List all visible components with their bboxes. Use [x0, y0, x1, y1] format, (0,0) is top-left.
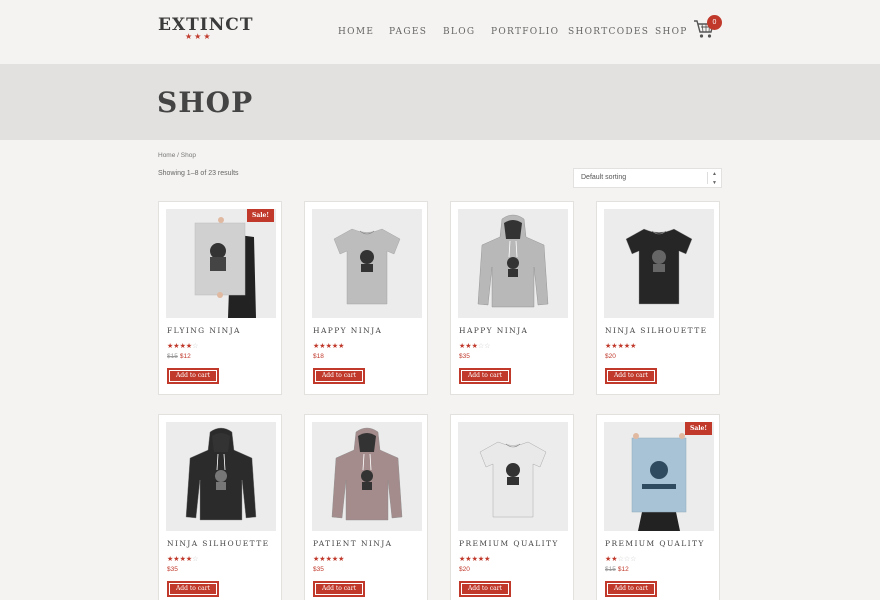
product-image[interactable]	[604, 209, 714, 318]
product-image[interactable]	[604, 422, 714, 531]
page-title: SHOP	[157, 86, 254, 119]
add-to-cart-button[interactable]: Add to cart	[605, 368, 657, 384]
star-rating: ★★★★☆	[167, 342, 198, 350]
nav-item-shop[interactable]: Shop	[655, 27, 688, 37]
add-to-cart-button[interactable]: Add to cart	[167, 581, 219, 597]
result-count: Showing 1–8 of 23 results	[158, 170, 239, 177]
title-band: SHOP	[0, 64, 880, 140]
star-rating: ★★★★☆	[167, 555, 198, 563]
current-price: $20	[605, 353, 616, 360]
product-name[interactable]: Happy Ninja	[313, 326, 382, 335]
nav-item-pages[interactable]: Pages	[389, 27, 427, 37]
product-name[interactable]: Ninja Silhouette	[167, 539, 269, 548]
star-empty-icon: ☆	[484, 342, 491, 350]
sorting-select[interactable]: Default sorting ▲ ▼	[573, 168, 722, 188]
breadcrumb: Home / Shop	[158, 152, 196, 159]
site-header: EXTINCT ★★★ Home Pages Blog Portfolio Sh…	[0, 0, 880, 64]
add-to-cart-button[interactable]: Add to cart	[167, 368, 219, 384]
product-image[interactable]	[166, 422, 276, 531]
product-card[interactable]: Sale! Flying Ninja ★★★★☆ $15 $12 Add to cart	[158, 201, 282, 395]
add-to-cart-button[interactable]: Add to cart	[459, 581, 511, 597]
product-price: $20	[605, 353, 616, 360]
star-filled-icon: ★	[338, 342, 345, 350]
star-filled-icon: ★	[338, 555, 345, 563]
product-price: $18	[313, 353, 324, 360]
current-price: $12	[179, 353, 191, 360]
product-image[interactable]	[458, 209, 568, 318]
old-price: $15	[167, 353, 178, 360]
sorting-selected: Default sorting	[581, 174, 627, 181]
sale-badge: Sale!	[685, 422, 712, 435]
product-image[interactable]	[458, 422, 568, 531]
star-rating: ★★★☆☆	[459, 342, 490, 350]
star-rating: ★★★★★	[605, 342, 636, 350]
nav-item-blog[interactable]: Blog	[443, 27, 475, 37]
sale-badge: Sale!	[247, 209, 274, 222]
star-rating: ★★★★★	[313, 342, 344, 350]
add-to-cart-button[interactable]: Add to cart	[459, 368, 511, 384]
product-card[interactable]: Happy Ninja ★★★☆☆ $35 Add to cart	[450, 201, 574, 395]
product-image[interactable]	[312, 422, 422, 531]
logo-stars-icon: ★★★	[185, 32, 213, 41]
product-card[interactable]: Ninja Silhouette ★★★★★ $20 Add to cart	[596, 201, 720, 395]
add-to-cart-button[interactable]: Add to cart	[313, 368, 365, 384]
product-card[interactable]: Happy Ninja ★★★★★ $18 Add to cart	[304, 201, 428, 395]
product-name[interactable]: Ninja Silhouette	[605, 326, 707, 335]
nav-item-portfolio[interactable]: Portfolio	[491, 27, 559, 37]
nav-item-shortcodes[interactable]: Shortcodes	[568, 27, 649, 37]
product-name[interactable]: Patient Ninja	[313, 539, 392, 548]
add-to-cart-button[interactable]: Add to cart	[313, 581, 365, 597]
product-card[interactable]: Ninja Silhouette ★★★★☆ $35 Add to cart	[158, 414, 282, 600]
breadcrumb-home-link[interactable]: Home	[158, 152, 175, 159]
sorting-divider	[707, 172, 708, 184]
product-image[interactable]	[166, 209, 276, 318]
product-card[interactable]: Sale! Premium Quality ★★☆☆☆ $15 $12 Add to ca…	[596, 414, 720, 600]
product-price: $15 $12	[167, 353, 191, 360]
current-price: $12	[617, 566, 629, 573]
current-price: $35	[313, 566, 324, 573]
star-rating: ★★☆☆☆	[605, 555, 636, 563]
breadcrumb-current: Shop	[180, 152, 196, 159]
cart-count-badge[interactable]: 0	[707, 15, 722, 30]
star-filled-icon: ★	[484, 555, 491, 563]
product-name[interactable]: Flying Ninja	[167, 326, 241, 335]
site-logo[interactable]: EXTINCT ★★★	[158, 15, 253, 41]
product-price: $20	[459, 566, 470, 573]
product-price: $35	[313, 566, 324, 573]
product-image[interactable]	[312, 209, 422, 318]
product-name[interactable]: Premium Quality	[459, 539, 559, 548]
product-price: $35	[459, 353, 470, 360]
breadcrumb-separator: /	[177, 152, 179, 159]
product-name[interactable]: Premium Quality	[605, 539, 705, 548]
add-to-cart-button[interactable]: Add to cart	[605, 581, 657, 597]
current-price: $18	[313, 353, 324, 360]
star-empty-icon: ☆	[630, 555, 637, 563]
current-price: $20	[459, 566, 470, 573]
old-price: $15	[605, 566, 616, 573]
star-filled-icon: ★	[630, 342, 637, 350]
star-empty-icon: ☆	[192, 555, 199, 563]
product-price: $15 $12	[605, 566, 629, 573]
star-empty-icon: ☆	[192, 342, 199, 350]
sort-arrows-icon: ▲ ▼	[712, 171, 717, 186]
star-rating: ★★★★★	[313, 555, 344, 563]
product-price: $35	[167, 566, 178, 573]
current-price: $35	[459, 353, 470, 360]
nav-item-home[interactable]: Home	[338, 27, 374, 37]
product-card[interactable]: Premium Quality ★★★★★ $20 Add to cart	[450, 414, 574, 600]
product-name[interactable]: Happy Ninja	[459, 326, 528, 335]
product-card[interactable]: Patient Ninja ★★★★★ $35 Add to cart	[304, 414, 428, 600]
current-price: $35	[167, 566, 178, 573]
star-rating: ★★★★★	[459, 555, 490, 563]
